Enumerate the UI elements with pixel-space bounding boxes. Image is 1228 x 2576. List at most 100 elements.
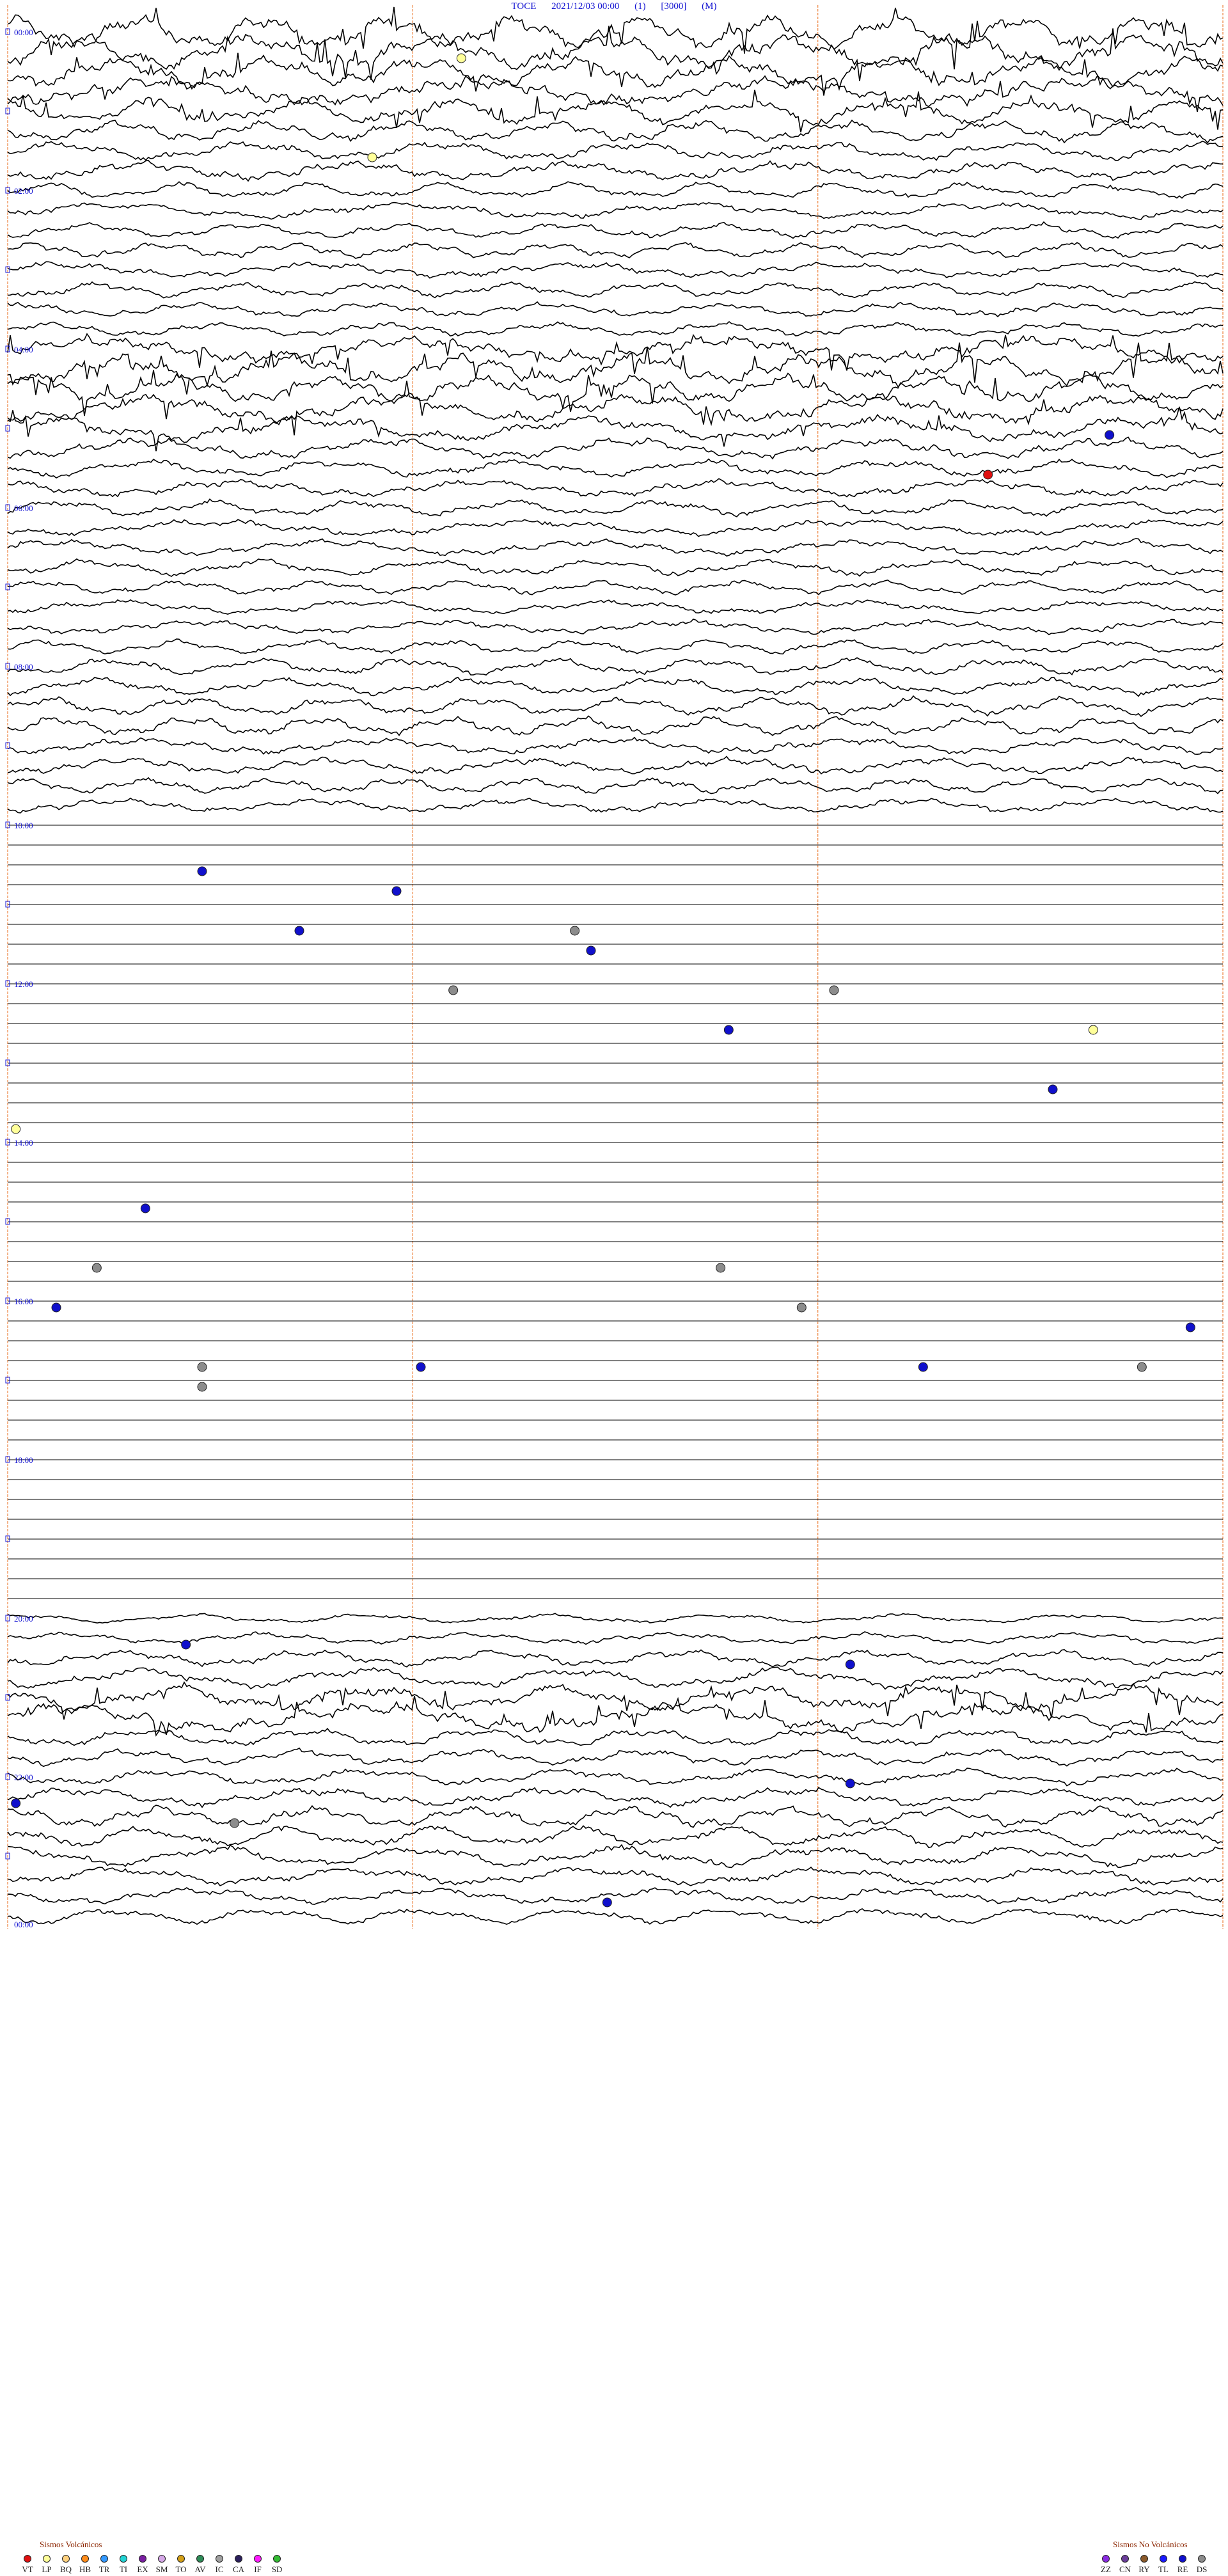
trace-line bbox=[7, 1649, 1224, 1668]
trace-line bbox=[7, 242, 1224, 259]
event-marker-ds bbox=[91, 1263, 102, 1273]
legend-code: SD bbox=[271, 2564, 283, 2574]
trace-line bbox=[7, 755, 1224, 775]
event-markers bbox=[11, 53, 1195, 1908]
event-marker-re bbox=[1105, 430, 1115, 440]
trace-line bbox=[7, 458, 1224, 479]
trace-line bbox=[7, 1844, 1224, 1869]
legend-dot bbox=[1121, 2555, 1129, 2563]
event-marker-re bbox=[391, 886, 402, 896]
event-marker-lp bbox=[367, 152, 377, 162]
legend-dot bbox=[196, 2555, 204, 2563]
trace-line bbox=[7, 301, 1224, 318]
trace-line bbox=[7, 580, 1224, 596]
event-marker-re bbox=[723, 1025, 734, 1035]
trace-line bbox=[7, 381, 1224, 436]
trace-line bbox=[7, 1867, 1224, 1886]
legend-code: VT bbox=[22, 2564, 33, 2574]
legend-code: HB bbox=[79, 2564, 91, 2574]
trace-line bbox=[7, 1692, 1224, 1737]
hour-label: 04:00 bbox=[14, 345, 33, 354]
legend-item-bq: BQ bbox=[56, 2555, 75, 2573]
trace-line bbox=[7, 538, 1224, 557]
legend-item-sm: SM bbox=[152, 2555, 171, 2573]
legend-item-ry: RY bbox=[1135, 2555, 1154, 2573]
hour-label: 02:00 bbox=[14, 186, 33, 196]
event-marker-re bbox=[918, 1362, 928, 1372]
legend-code: LP bbox=[42, 2564, 52, 2574]
legend-code: IC bbox=[215, 2564, 224, 2574]
trace-line bbox=[7, 140, 1224, 161]
event-marker-re bbox=[845, 1659, 855, 1670]
legend-item-lp: LP bbox=[37, 2555, 56, 2573]
legend-dot bbox=[139, 2555, 146, 2563]
trace-line bbox=[7, 1825, 1224, 1849]
legend-code: SM bbox=[155, 2564, 168, 2574]
event-marker-ds bbox=[197, 1382, 207, 1392]
legend-item-ex: EX bbox=[133, 2555, 152, 2573]
legend-code: CA bbox=[232, 2564, 245, 2574]
event-marker-re bbox=[181, 1640, 191, 1650]
event-marker-vt bbox=[983, 470, 993, 480]
hour-label: 00:00 bbox=[14, 28, 33, 37]
legend-code: TO bbox=[175, 2564, 187, 2574]
legend-item-ic: IC bbox=[210, 2555, 229, 2573]
trace-line bbox=[7, 281, 1224, 299]
event-marker-re bbox=[140, 1203, 150, 1213]
legend-code: AV bbox=[194, 2564, 206, 2574]
hour-label: 22:00 bbox=[14, 1773, 33, 1782]
hour-label: 10:00 bbox=[14, 821, 33, 830]
legend-item-tr: TR bbox=[95, 2555, 114, 2573]
legend-item-zz: ZZ bbox=[1096, 2555, 1115, 2573]
event-marker-re bbox=[845, 1778, 855, 1789]
trace-line bbox=[7, 618, 1224, 636]
trace-line bbox=[7, 181, 1224, 199]
legend-item-re: RE bbox=[1173, 2555, 1192, 2573]
event-marker-lp bbox=[11, 1124, 21, 1134]
event-marker-re bbox=[416, 1362, 426, 1372]
legend-dot bbox=[43, 2555, 51, 2563]
legend-code: CN bbox=[1119, 2564, 1131, 2574]
legend-code: IF bbox=[254, 2564, 262, 2574]
trace-line bbox=[7, 677, 1224, 697]
legend-dot bbox=[1140, 2555, 1148, 2563]
event-marker-re bbox=[1185, 1322, 1195, 1332]
event-marker-re bbox=[294, 926, 304, 936]
trace-line bbox=[7, 221, 1224, 239]
trace-line bbox=[7, 119, 1224, 144]
legend-dot bbox=[62, 2555, 70, 2563]
trace-line bbox=[7, 1613, 1224, 1624]
trace-line bbox=[7, 6, 1224, 54]
legend-dot bbox=[1102, 2555, 1110, 2563]
trace-line bbox=[7, 90, 1224, 132]
trace-line bbox=[7, 478, 1224, 498]
non-volcanic-legend-title: Sismos No Volcánicos bbox=[1113, 2540, 1188, 2549]
plot-header: TOCE 2021/12/03 00:00 (1) [3000] (M) bbox=[0, 1, 1228, 12]
event-marker-lp bbox=[1088, 1025, 1098, 1035]
hour-label: 14:00 bbox=[14, 1138, 33, 1148]
non-volcanic-legend: ZZ CN RY TL RE DS bbox=[1096, 2555, 1211, 2573]
trace-line bbox=[7, 715, 1224, 736]
legend-item-sd: SD bbox=[267, 2555, 287, 2573]
event-marker-ds bbox=[829, 985, 839, 995]
event-marker-ds bbox=[448, 985, 459, 995]
trace-line bbox=[7, 1747, 1224, 1767]
legend-item-ds: DS bbox=[1192, 2555, 1211, 2573]
seismogram-plot: 00:00 02:00 04:00 06:00 08:00 10:00 12:00 14:00… bbox=[5, 5, 1224, 1929]
legend-code: RE bbox=[1177, 2564, 1188, 2574]
legend-code: TL bbox=[1158, 2564, 1169, 2574]
trace-line bbox=[7, 261, 1224, 279]
legend-code: DS bbox=[1196, 2564, 1208, 2574]
legend-dot bbox=[1198, 2555, 1206, 2563]
legend-dot bbox=[235, 2555, 242, 2563]
hour-labels: 00:00 02:00 04:00 06:00 08:00 10:00 12:00 14:00… bbox=[14, 28, 33, 1929]
event-marker-ds bbox=[197, 1362, 207, 1372]
trace-line bbox=[7, 777, 1224, 794]
date-time: 2021/12/03 00:00 bbox=[551, 1, 620, 12]
trace-line bbox=[7, 695, 1224, 717]
component: (1) bbox=[634, 1, 646, 12]
trace-line bbox=[7, 797, 1224, 814]
legend-item-hb: HB bbox=[75, 2555, 95, 2573]
legend-dot bbox=[273, 2555, 281, 2563]
trace-line bbox=[7, 1727, 1224, 1746]
